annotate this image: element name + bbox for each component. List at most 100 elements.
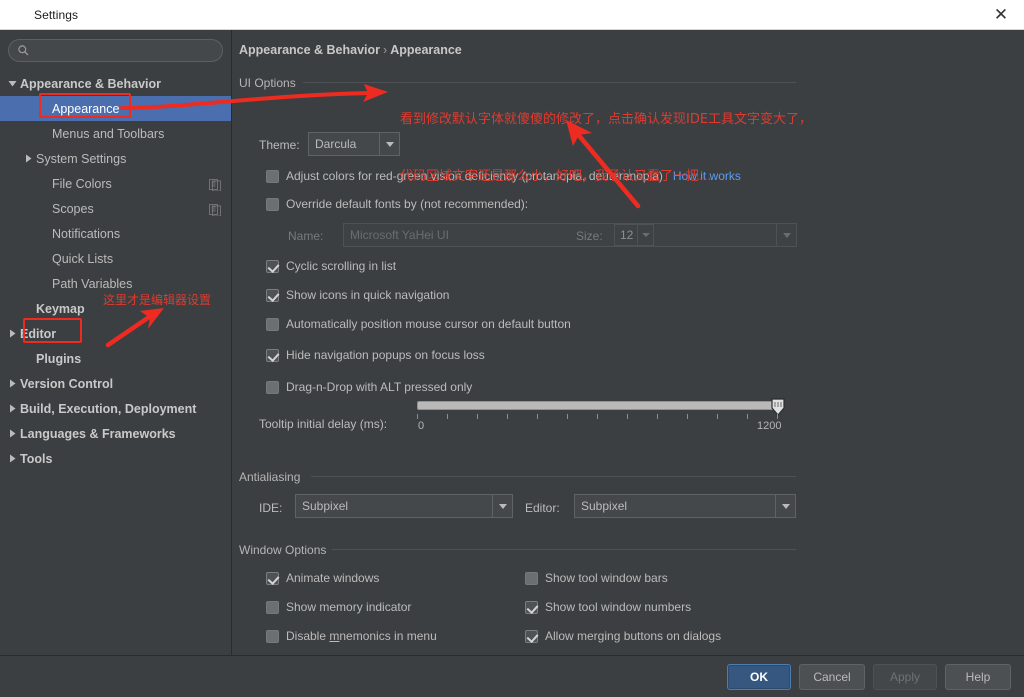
sidebar-item-file-colors[interactable]: File Colors bbox=[0, 171, 231, 196]
slider-tick bbox=[657, 414, 658, 419]
sidebar-item-label: Build, Execution, Deployment bbox=[20, 402, 196, 416]
window-option-label: Disable mnemonics in menu bbox=[286, 629, 437, 643]
ui-option-label: Drag-n-Drop with ALT pressed only bbox=[286, 380, 472, 394]
window-option-checkbox[interactable] bbox=[266, 572, 279, 585]
close-icon[interactable]: ✕ bbox=[978, 0, 1024, 29]
sidebar-item-tools[interactable]: Tools bbox=[0, 446, 231, 471]
window-option-checkbox[interactable] bbox=[525, 601, 538, 614]
slider-tick bbox=[417, 414, 418, 419]
search-box[interactable] bbox=[8, 39, 223, 62]
antialiasing-editor-label: Editor: bbox=[525, 501, 560, 515]
window-option-row[interactable]: Show memory indicator bbox=[266, 600, 411, 614]
ui-option-checkbox[interactable] bbox=[266, 318, 279, 331]
ui-options-section-title: UI Options bbox=[239, 76, 302, 90]
slider-tick bbox=[687, 414, 688, 419]
window-options-divider bbox=[325, 549, 796, 550]
search-input[interactable] bbox=[35, 44, 214, 58]
tooltip-delay-slider[interactable] bbox=[417, 401, 779, 410]
sidebar-item-languages-frameworks[interactable]: Languages & Frameworks bbox=[0, 421, 231, 446]
adjust-colors-checkbox[interactable] bbox=[266, 170, 279, 183]
ui-option-row[interactable]: Hide navigation popups on focus loss bbox=[266, 348, 485, 362]
window-option-row[interactable]: Allow merging buttons on dialogs bbox=[525, 629, 721, 643]
slider-tick bbox=[477, 414, 478, 419]
chevron-right-icon[interactable] bbox=[4, 404, 20, 413]
antialiasing-editor-value: Subpixel bbox=[575, 499, 775, 513]
slider-tick bbox=[777, 414, 778, 419]
antialiasing-editor-select[interactable]: Subpixel bbox=[574, 494, 796, 518]
help-button[interactable]: Help bbox=[945, 664, 1011, 690]
slider-tick bbox=[447, 414, 448, 419]
ok-button[interactable]: OK bbox=[727, 664, 791, 690]
chevron-right-icon[interactable] bbox=[4, 429, 20, 438]
sidebar-item-menus-and-toolbars[interactable]: Menus and Toolbars bbox=[0, 121, 231, 146]
sidebar-item-label: Editor bbox=[20, 327, 56, 341]
override-fonts-row[interactable]: Override default fonts by (not recommend… bbox=[266, 197, 528, 211]
chevron-right-icon[interactable] bbox=[4, 329, 20, 338]
ui-option-checkbox[interactable] bbox=[266, 260, 279, 273]
sidebar-item-system-settings[interactable]: System Settings bbox=[0, 146, 231, 171]
window-option-checkbox[interactable] bbox=[525, 630, 538, 643]
window-option-row[interactable]: Show tool window bars bbox=[525, 571, 668, 585]
sidebar-item-editor[interactable]: Editor bbox=[0, 321, 231, 346]
sidebar-item-keymap[interactable]: Keymap bbox=[0, 296, 231, 321]
ui-option-row[interactable]: Automatically position mouse cursor on d… bbox=[266, 317, 571, 331]
chevron-right-icon[interactable] bbox=[4, 379, 20, 388]
sidebar-item-notifications[interactable]: Notifications bbox=[0, 221, 231, 246]
ui-option-checkbox[interactable] bbox=[266, 349, 279, 362]
ui-option-row[interactable]: Show icons in quick navigation bbox=[266, 288, 449, 302]
ui-option-row[interactable]: Drag-n-Drop with ALT pressed only bbox=[266, 380, 472, 394]
sidebar-item-scopes[interactable]: Scopes bbox=[0, 196, 231, 221]
sidebar-item-appearance-behavior[interactable]: Appearance & Behavior bbox=[0, 71, 231, 96]
window-option-checkbox[interactable] bbox=[266, 601, 279, 614]
how-it-works-link[interactable]: How it works bbox=[673, 169, 741, 183]
window-option-row[interactable]: Animate windows bbox=[266, 571, 379, 585]
chevron-down-icon[interactable] bbox=[492, 495, 512, 517]
settings-dialog: Settings ✕ Appearance & BehaviorAppearan… bbox=[0, 0, 1024, 697]
sidebar-item-label: Version Control bbox=[20, 377, 113, 391]
sidebar-item-appearance[interactable]: Appearance bbox=[0, 96, 231, 121]
window-option-checkbox[interactable] bbox=[525, 572, 538, 585]
breadcrumb-leaf: Appearance bbox=[390, 43, 462, 57]
window-option-label: Allow merging buttons on dialogs bbox=[545, 629, 721, 643]
adjust-colors-row[interactable]: Adjust colors for red-green vision defic… bbox=[266, 169, 741, 183]
ui-option-checkbox[interactable] bbox=[266, 381, 279, 394]
breadcrumb-root: Appearance & Behavior bbox=[239, 43, 380, 57]
breadcrumb: Appearance & Behavior›Appearance bbox=[239, 43, 462, 57]
override-fonts-checkbox[interactable] bbox=[266, 198, 279, 211]
sidebar-item-label: Tools bbox=[20, 452, 52, 466]
copy-settings-icon[interactable] bbox=[209, 178, 221, 190]
copy-settings-icon[interactable] bbox=[209, 203, 221, 215]
chevron-down-icon[interactable] bbox=[379, 133, 399, 155]
theme-select[interactable]: Darcula bbox=[308, 132, 400, 156]
antialiasing-ide-select[interactable]: Subpixel bbox=[295, 494, 513, 518]
adjust-colors-label: Adjust colors for red-green vision defic… bbox=[286, 169, 663, 183]
ui-option-checkbox[interactable] bbox=[266, 289, 279, 302]
sidebar-item-quick-lists[interactable]: Quick Lists bbox=[0, 246, 231, 271]
window-titlebar: Settings ✕ bbox=[0, 0, 1024, 30]
window-option-row[interactable]: Disable mnemonics in menu bbox=[266, 629, 437, 643]
chevron-right-icon[interactable] bbox=[4, 454, 20, 463]
sidebar-item-label: Quick Lists bbox=[52, 252, 113, 266]
cancel-button[interactable]: Cancel bbox=[799, 664, 865, 690]
slider-tick bbox=[567, 414, 568, 419]
sidebar-item-build-execution-deployment[interactable]: Build, Execution, Deployment bbox=[0, 396, 231, 421]
sidebar-item-version-control[interactable]: Version Control bbox=[0, 371, 231, 396]
ui-option-label: Show icons in quick navigation bbox=[286, 288, 449, 302]
sidebar-item-label: Notifications bbox=[52, 227, 120, 241]
ui-option-label: Hide navigation popups on focus loss bbox=[286, 348, 485, 362]
chevron-down-icon[interactable] bbox=[4, 79, 20, 88]
sidebar-item-plugins[interactable]: Plugins bbox=[0, 346, 231, 371]
window-option-checkbox[interactable] bbox=[266, 630, 279, 643]
chevron-right-icon[interactable] bbox=[20, 154, 36, 163]
sidebar-item-path-variables[interactable]: Path Variables bbox=[0, 271, 231, 296]
tooltip-delay-slider-thumb[interactable] bbox=[771, 398, 785, 416]
window-option-label: Show memory indicator bbox=[286, 600, 411, 614]
ui-option-row[interactable]: Cyclic scrolling in list bbox=[266, 259, 396, 273]
search-icon bbox=[17, 44, 30, 57]
sidebar-item-label: Menus and Toolbars bbox=[52, 127, 164, 141]
tooltip-delay-max: 1200 bbox=[757, 420, 781, 432]
font-name-select: Microsoft YaHei UI bbox=[343, 223, 797, 247]
settings-sidebar: Appearance & BehaviorAppearance Menus and… bbox=[0, 30, 232, 655]
chevron-down-icon[interactable] bbox=[775, 495, 795, 517]
window-option-row[interactable]: Show tool window numbers bbox=[525, 600, 691, 614]
